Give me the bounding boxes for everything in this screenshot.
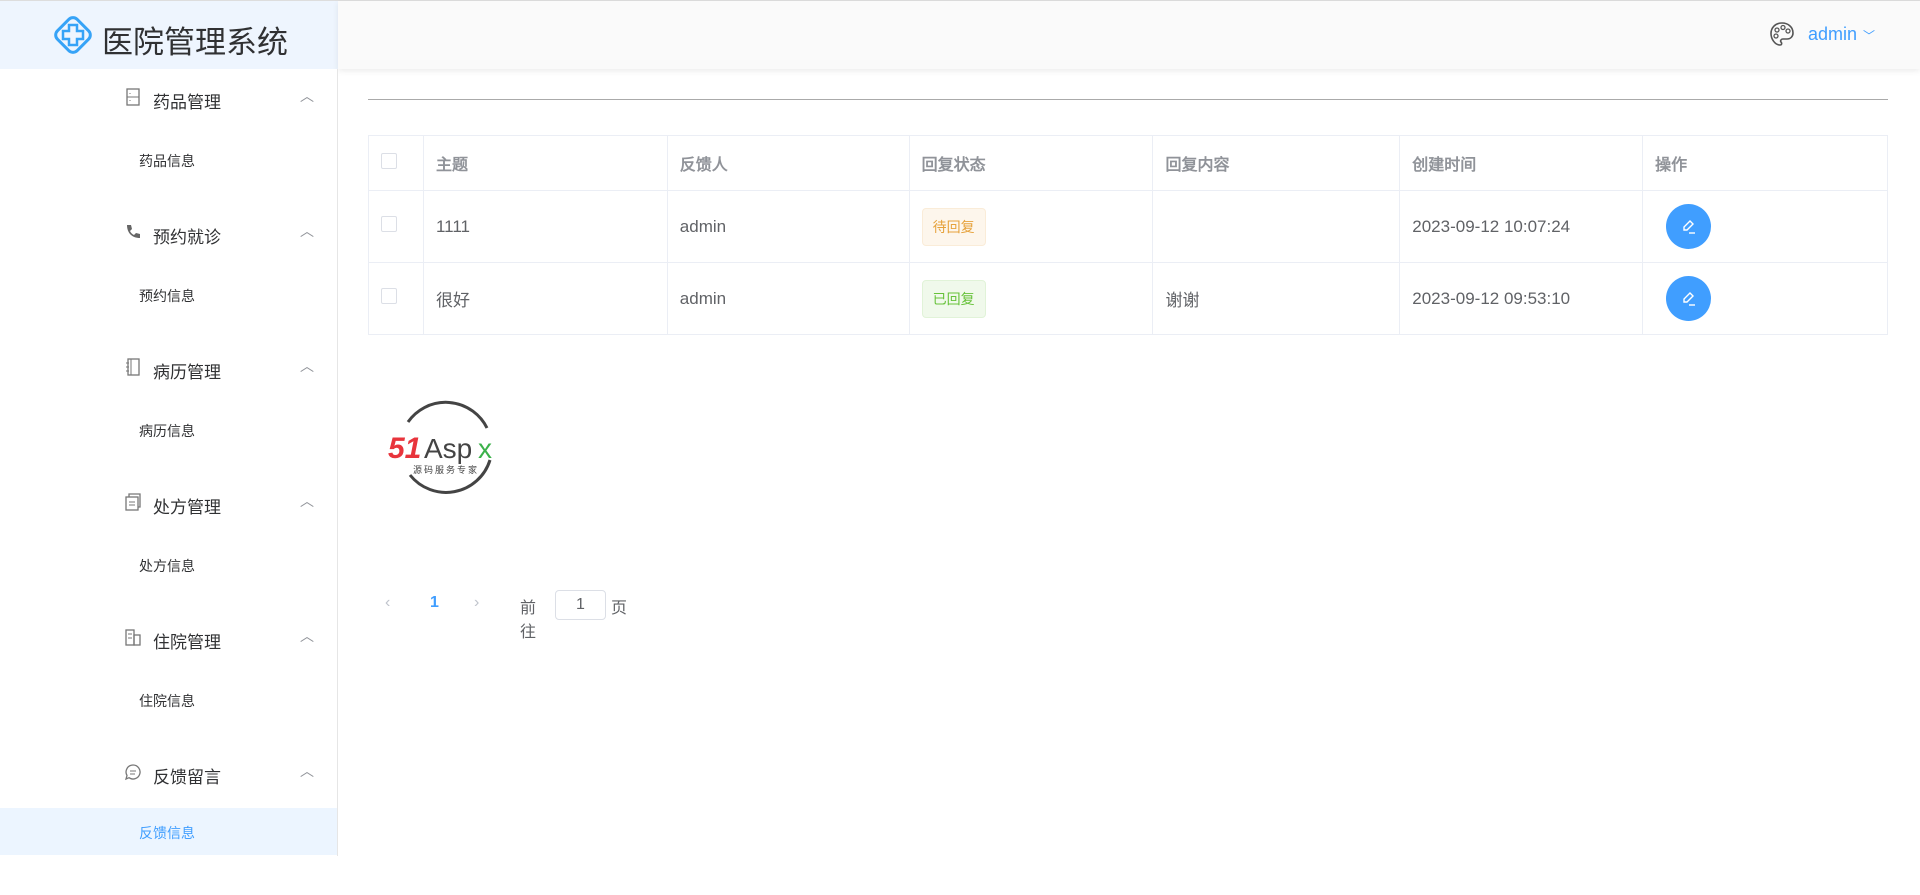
- edit-pencil-icon: [1682, 291, 1695, 306]
- sidebar: 药品管理 ︿ 药品信息 预约就诊 ︿ 预约信息 病历管理 ︿ 病历信息 处方管理 ︿ 处…: [0, 69, 338, 856]
- sidebar-group-label: 处方管理: [153, 498, 221, 517]
- sidebar-item-records-info[interactable]: 病历信息: [0, 406, 337, 453]
- cell-reply: [1152, 190, 1401, 263]
- page-suffix: 页: [611, 600, 628, 617]
- next-page-button[interactable]: ›: [474, 594, 479, 612]
- phone-icon: [127, 225, 140, 238]
- app-title: 医院管理系统: [102, 25, 288, 60]
- table-row: 1111 admin 待回复 2023-09-12 10:07:24: [368, 190, 1888, 263]
- svg-text:51: 51: [388, 432, 421, 465]
- sidebar-item-label: 病历信息: [139, 423, 195, 439]
- chevron-down-icon: ﹀: [1863, 29, 1876, 43]
- sidebar-group-prescription[interactable]: 处方管理 ︿: [0, 474, 337, 534]
- 51aspx-watermark-logo: 51 Asp x 源码服务专家: [388, 400, 492, 494]
- sidebar-item-label: 住院信息: [139, 693, 195, 709]
- chevron-up-icon: ︿: [300, 763, 314, 779]
- column-header-subject: 主题: [422, 135, 668, 191]
- table-row: 很好 admin 已回复 谢谢 2023-09-12 09:53:10: [368, 262, 1888, 335]
- svg-text:源码服务专家: 源码服务专家: [413, 464, 479, 476]
- feedback-table: 主题 反馈人 回复状态 回复内容 创建时间 操作 1111 admin 待回复 …: [368, 135, 1888, 335]
- table-header-row: 主题 反馈人 回复状态 回复内容 创建时间 操作: [368, 135, 1888, 191]
- select-all-checkbox[interactable]: [381, 152, 397, 169]
- sidebar-item-appointment-info[interactable]: 预约信息: [0, 271, 337, 318]
- sidebar-group-label: 住院管理: [153, 633, 221, 652]
- user-menu[interactable]: admin ﹀: [1808, 24, 1875, 45]
- cell-subject: 1111: [422, 190, 668, 263]
- sidebar-item-label: 预约信息: [139, 288, 195, 304]
- svg-text:Asp: Asp: [424, 433, 472, 464]
- column-header-created: 创建时间: [1399, 135, 1644, 191]
- sidebar-group-hospitalization[interactable]: 住院管理 ︿: [0, 609, 337, 669]
- sidebar-item-label: 处方信息: [139, 558, 195, 574]
- content-divider: [368, 99, 1888, 100]
- cell-created: 2023-09-12 10:07:24: [1399, 190, 1644, 263]
- edit-button[interactable]: [1666, 204, 1712, 249]
- edit-pencil-icon: [1682, 219, 1695, 234]
- username: admin: [1808, 24, 1858, 44]
- sidebar-item-label: 反馈信息: [139, 825, 195, 841]
- chevron-up-icon: ︿: [300, 493, 314, 509]
- edit-button[interactable]: [1666, 276, 1712, 321]
- cell-user: admin: [666, 262, 910, 335]
- row-checkbox[interactable]: [381, 288, 397, 304]
- sidebar-group-label: 药品管理: [153, 93, 221, 112]
- goto-page-input[interactable]: [555, 590, 606, 620]
- sidebar-item-feedback-info[interactable]: 反馈信息: [0, 808, 337, 855]
- goto-label: 前往: [520, 600, 537, 641]
- cabinet-icon: [126, 88, 140, 106]
- column-header-user: 反馈人: [666, 135, 910, 191]
- theme-palette-icon[interactable]: [1768, 20, 1796, 48]
- prev-page-button[interactable]: ‹: [385, 594, 390, 612]
- chevron-up-icon: ︿: [300, 628, 314, 644]
- sidebar-item-label: 药品信息: [139, 153, 195, 169]
- sidebar-group-medicine[interactable]: 药品管理 ︿: [0, 69, 337, 129]
- document-icon: [125, 493, 141, 511]
- sidebar-group-label: 反馈留言: [153, 768, 221, 787]
- page-number-current[interactable]: 1: [430, 594, 439, 612]
- chevron-up-icon: ︿: [300, 223, 314, 239]
- sidebar-group-appointment[interactable]: 预约就诊 ︿: [0, 204, 337, 264]
- chevron-up-icon: ︿: [300, 358, 314, 374]
- sidebar-group-label: 预约就诊: [153, 228, 221, 247]
- sidebar-group-feedback[interactable]: 反馈留言 ︿: [0, 744, 337, 804]
- column-header-reply: 回复内容: [1152, 135, 1401, 191]
- status-badge: 已回复: [921, 279, 986, 318]
- cell-user: admin: [666, 190, 910, 263]
- cell-created: 2023-09-12 09:53:10: [1399, 262, 1644, 335]
- sidebar-item-prescription-info[interactable]: 处方信息: [0, 541, 337, 588]
- sidebar-item-hospitalization-info[interactable]: 住院信息: [0, 676, 337, 723]
- sidebar-group-label: 病历管理: [153, 363, 221, 382]
- cell-subject: 很好: [422, 262, 668, 335]
- column-header-actions: 操作: [1642, 135, 1888, 191]
- cell-reply: 谢谢: [1152, 262, 1401, 335]
- column-header-status: 回复状态: [908, 135, 1154, 191]
- chevron-up-icon: ︿: [300, 88, 314, 104]
- medical-cross-logo-icon: [54, 16, 92, 54]
- status-badge: 待回复: [921, 207, 986, 246]
- row-checkbox[interactable]: [381, 216, 397, 232]
- brand: 医院管理系统: [0, 1, 338, 69]
- sidebar-item-medicine-info[interactable]: 药品信息: [0, 136, 337, 183]
- sidebar-group-records[interactable]: 病历管理 ︿: [0, 339, 337, 399]
- chat-icon: [124, 764, 141, 781]
- top-header: [338, 1, 1920, 69]
- notebook-icon: [126, 358, 140, 376]
- svg-text:x: x: [478, 433, 492, 464]
- building-icon: [125, 629, 141, 646]
